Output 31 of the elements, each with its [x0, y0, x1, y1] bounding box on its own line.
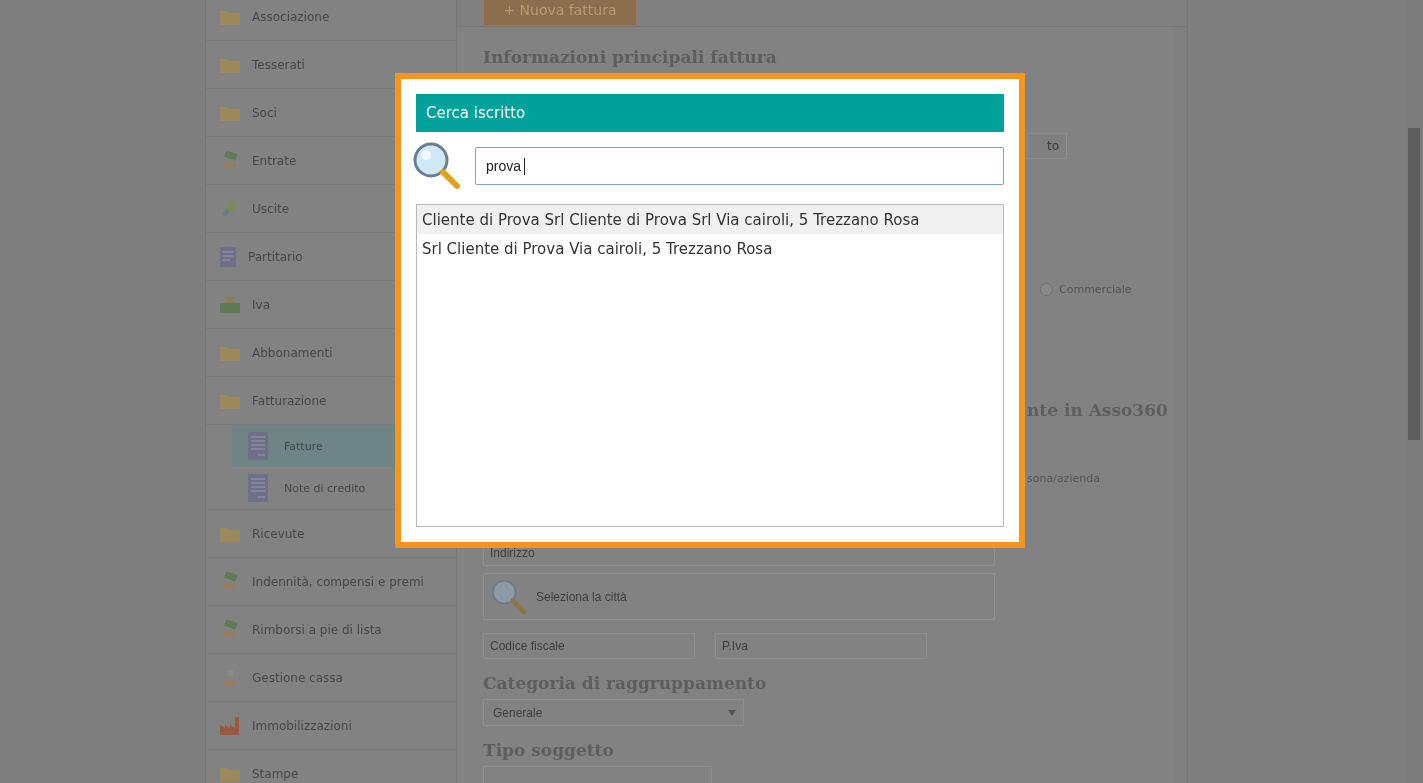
folder-icon: [220, 56, 240, 73]
sidebar-item[interactable]: Associazione: [206, 0, 456, 41]
scrollbar-thumb[interactable]: [1408, 128, 1420, 440]
sidebar-item[interactable]: Indennità, compensi e premi: [206, 558, 456, 606]
search-icon: [412, 141, 462, 191]
category-select[interactable]: Generale: [483, 699, 744, 726]
document-icon: [220, 246, 236, 267]
folder-icon: [220, 104, 240, 121]
folder-icon: [220, 392, 240, 409]
sidebar-item[interactable]: Stampe: [206, 750, 456, 783]
city-selector[interactable]: Seleziona la città: [483, 573, 995, 620]
sidebar-item[interactable]: Rimborsi a pie di lista: [206, 606, 456, 654]
folder-icon: [220, 344, 240, 361]
factory-icon: [220, 716, 240, 735]
dropdown-icon: [728, 709, 736, 716]
sidebar-item[interactable]: Immobilizzazioni: [206, 702, 456, 750]
button-fragment[interactable]: to: [1027, 133, 1067, 159]
banknote-hand-icon: [220, 198, 240, 219]
coins-hand-icon: [220, 668, 240, 687]
receipt-icon: [248, 474, 268, 502]
folder-icon: [220, 765, 240, 782]
tax-code-field[interactable]: Codice fiscale: [483, 633, 695, 659]
sidebar-item[interactable]: Gestione cassa: [206, 654, 456, 702]
result-item[interactable]: Cliente di Prova Srl Cliente di Prova Srl Via cairoli, 5 Trezzano Rosa: [417, 205, 1003, 234]
vat-field[interactable]: P.Iva: [715, 633, 927, 659]
dialog-title: Cerca iscritto: [416, 94, 1004, 132]
search-icon: [490, 577, 528, 616]
search-field[interactable]: prova: [475, 147, 1004, 185]
folder-icon: [220, 8, 240, 25]
folder-icon: [220, 525, 240, 542]
banknote-scissors-icon: [220, 295, 240, 314]
